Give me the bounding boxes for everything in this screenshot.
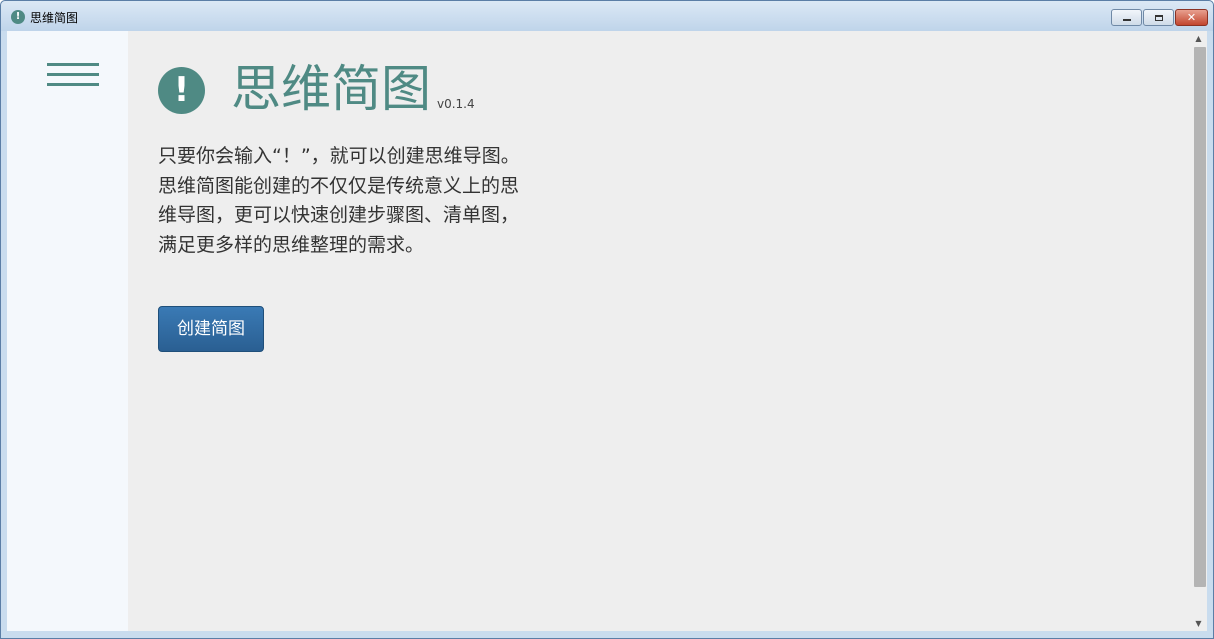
description-line: 只要你会输入“！”，就可以创建思维导图。: [158, 145, 520, 167]
scroll-thumb[interactable]: [1194, 47, 1206, 587]
vertical-scrollbar[interactable]: ▲ ▼: [1190, 31, 1207, 631]
main-content: ! 思维简图 v0.1.4 只要你会输入“！”，就可以创建思维导图。 思维简图能…: [128, 31, 1190, 631]
close-button[interactable]: ✕: [1175, 9, 1208, 26]
menu-line: [47, 83, 99, 86]
description-line: 维导图，更可以快速创建步骤图、清单图，: [158, 204, 520, 226]
hamburger-menu-icon[interactable]: [47, 63, 99, 89]
version-label: v0.1.4: [437, 97, 475, 111]
scroll-down-arrow-icon[interactable]: ▼: [1190, 616, 1207, 631]
close-icon: ✕: [1186, 11, 1197, 24]
title-bar[interactable]: ! 思维简图 ✕: [1, 1, 1213, 31]
scroll-up-arrow-icon[interactable]: ▲: [1190, 31, 1207, 46]
window-title: 思维简图: [30, 11, 79, 25]
description-line: 满足更多样的思维整理的需求。: [158, 233, 425, 256]
description-line: 思维简图能创建的不仅仅是传统意义上的思: [158, 174, 520, 197]
sidebar: [7, 31, 128, 631]
app-name-title: 思维简图: [231, 60, 431, 118]
maximize-icon: [1154, 14, 1163, 21]
minimize-button[interactable]: [1111, 9, 1142, 26]
client-area: ! 思维简图 v0.1.4 只要你会输入“！”，就可以创建思维导图。 思维简图能…: [7, 31, 1207, 631]
exclamation-logo-icon: !: [158, 67, 205, 114]
maximize-button[interactable]: [1143, 9, 1174, 26]
app-header: ! 思维简图 v0.1.4: [158, 59, 475, 119]
window-controls: ✕: [1111, 9, 1208, 26]
menu-line: [47, 63, 99, 66]
create-diagram-button[interactable]: 创建简图: [158, 306, 264, 352]
app-logo-icon: !: [11, 10, 25, 24]
app-description: 只要你会输入“！”，就可以创建思维导图。 思维简图能创建的不仅仅是传统意义上的思…: [158, 142, 578, 260]
app-window: ! 思维简图 ✕ ! 思维简图 v0.1.4 只要你会输入“！”，就可以创建思维…: [0, 0, 1214, 639]
menu-line: [47, 73, 99, 76]
minimize-icon: [1122, 19, 1131, 21]
